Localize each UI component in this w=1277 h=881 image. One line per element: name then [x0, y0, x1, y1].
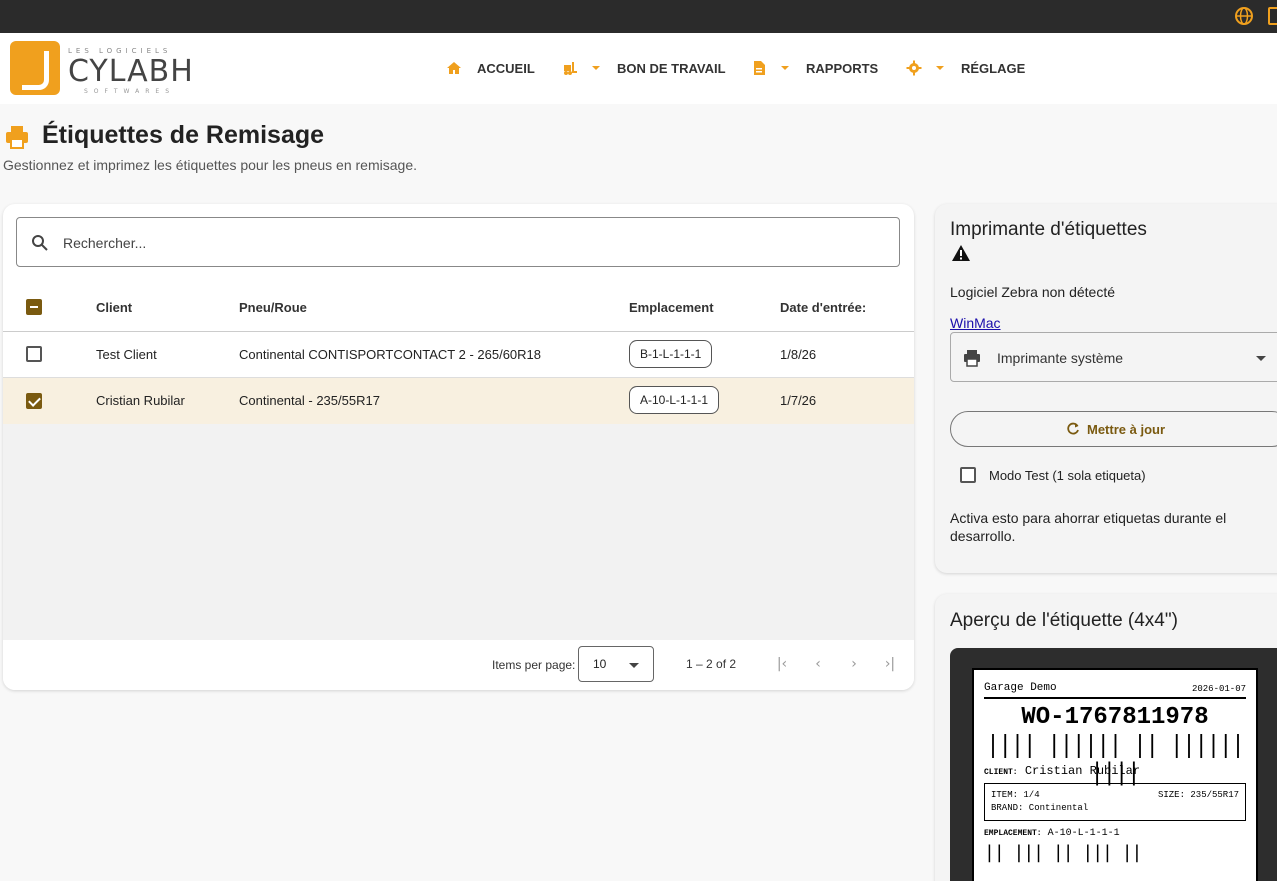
printer-select-value: Imprimante système [997, 350, 1124, 366]
nav-reglage[interactable]: RÉGLAGE [906, 57, 1025, 79]
storage-labels-table-card: Client Pneu/Roue Emplacement Date d'entr… [3, 204, 914, 690]
page-subtitle: Gestionnez et imprimez les étiquettes po… [3, 157, 417, 173]
chevron-down-icon [592, 66, 600, 70]
cell-tire: Continental - 235/55R17 [239, 393, 380, 408]
top-bar [0, 0, 1277, 33]
location-chip: B-1-L-1-1-1 [629, 340, 713, 368]
label-client-key: CLIENT: [984, 768, 1018, 777]
label-location-key: EMPLACEMENT: [984, 829, 1042, 838]
globe-icon[interactable] [1234, 6, 1254, 26]
warning-icon [952, 245, 970, 261]
cell-client: Cristian Rubilar [96, 393, 185, 408]
navbar: LES LOGICIELS CYLABH SOFTWARES ACCUEIL B… [0, 33, 1277, 104]
previous-page-icon[interactable]: ‹ [810, 656, 826, 672]
table-empty-area [3, 424, 914, 640]
cell-date: 1/7/26 [780, 393, 817, 408]
select-all-checkbox[interactable] [26, 299, 42, 315]
logo[interactable]: LES LOGICIELS CYLABH SOFTWARES [6, 38, 193, 100]
label-size: SIZE: 235/55R17 [1157, 790, 1239, 800]
nav-bon-label: BON DE TRAVAIL [617, 60, 726, 76]
refresh-label: Mettre à jour [1087, 422, 1166, 437]
cell-tire: Continental CONTISPORTCONTACT 2 - 265/60… [239, 347, 542, 362]
column-header-tire[interactable]: Pneu/Roue [239, 300, 307, 315]
page-size-select[interactable]: 10 [578, 646, 654, 682]
page-title: Étiquettes de Remisage [42, 121, 325, 149]
nav-rapports-label: RAPPORTS [806, 60, 879, 76]
search-input[interactable] [63, 232, 863, 254]
refresh-button[interactable]: Mettre à jour [950, 411, 1277, 447]
logout-icon[interactable] [1268, 7, 1277, 25]
label-brand: BRAND: Continental [991, 803, 1089, 813]
printer-icon [964, 350, 980, 367]
printer-status: Logiciel Zebra non détecté [950, 284, 1115, 300]
table-header: Client Pneu/Roue Emplacement Date d'entr… [3, 283, 914, 332]
label-preview: Garage Demo 2026-01-07 WO-1767811978 |||… [972, 668, 1258, 881]
nav-accueil[interactable]: ACCUEIL [446, 57, 535, 79]
home-icon [447, 62, 461, 74]
label-header: Garage Demo 2026-01-07 [984, 682, 1246, 699]
label-date: 2026-01-07 [1191, 684, 1246, 694]
label-location: EMPLACEMENT: A-10-L-1-1-1 [984, 828, 1120, 839]
cell-date: 1/8/26 [780, 347, 817, 362]
label-barcode-2: || ||| || ||| || [984, 842, 1142, 863]
paginator: Items per page: 10 1 – 2 of 2 |‹ ‹ › ›| [3, 640, 914, 690]
preview-frame: Garage Demo 2026-01-07 WO-1767811978 |||… [950, 648, 1277, 881]
chevron-down-icon [936, 66, 944, 70]
test-mode-label[interactable]: Modo Test (1 sola etiqueta) [989, 468, 1146, 483]
winmac-link[interactable]: WinMac [950, 315, 1001, 331]
search-icon [32, 235, 48, 251]
label-item: ITEM: 1/4 [991, 790, 1040, 800]
nav-accueil-label: ACCUEIL [477, 60, 535, 76]
report-file-icon [754, 61, 765, 75]
label-printer-card: Imprimante d'étiquettes Logiciel Zebra n… [935, 204, 1277, 573]
location-chip: A-10-L-1-1-1 [629, 386, 720, 414]
column-header-location[interactable]: Emplacement [629, 300, 714, 315]
forklift-icon [564, 62, 577, 75]
next-page-icon[interactable]: › [846, 656, 862, 672]
logo-text: CYLABH [68, 54, 194, 89]
page-header: Étiquettes de Remisage Gestionnez et imp… [0, 104, 930, 184]
printer-select[interactable]: Imprimante système [950, 332, 1277, 382]
column-header-date[interactable]: Date d'entrée: [780, 300, 866, 315]
logo-subtext: SOFTWARES [84, 88, 176, 95]
search-field[interactable] [16, 217, 900, 267]
row-checkbox[interactable] [26, 393, 42, 409]
nav-rapports[interactable]: RAPPORTS [751, 57, 878, 79]
label-client-value: Cristian Rubilar [1024, 764, 1141, 778]
row-checkbox[interactable] [26, 346, 42, 362]
gear-icon [906, 60, 922, 76]
logo-mark [10, 41, 60, 95]
table-row[interactable]: Test Client Continental CONTISPORTCONTAC… [3, 332, 914, 378]
page-size-value: 10 [593, 657, 607, 671]
label-barcode: |||| |||||| || |||||| |||| [986, 731, 1244, 787]
table-row[interactable]: Cristian Rubilar Continental - 235/55R17… [3, 378, 914, 424]
page-range: 1 – 2 of 2 [686, 657, 737, 671]
refresh-icon [1067, 422, 1079, 435]
column-header-client[interactable]: Client [96, 300, 132, 315]
label-location-value: A-10-L-1-1-1 [1047, 828, 1120, 839]
last-page-icon[interactable]: ›| [882, 656, 898, 672]
label-work-order: WO-1767811978 [1021, 704, 1209, 731]
chevron-down-icon [1256, 356, 1266, 361]
cell-client: Test Client [96, 347, 157, 362]
nav-reglage-label: RÉGLAGE [961, 60, 1026, 76]
items-per-page-label: Items per page: [492, 658, 576, 672]
printer-card-title: Imprimante d'étiquettes [950, 219, 1147, 240]
label-preview-card: Aperçu de l'étiquette (4x4") Garage Demo… [935, 594, 1277, 881]
preview-title: Aperçu de l'étiquette (4x4") [950, 610, 1178, 631]
label-garage: Garage Demo [984, 682, 1057, 694]
chevron-down-icon [629, 663, 639, 668]
label-client: CLIENT: Cristian Rubilar [984, 764, 1140, 778]
chevron-down-icon [781, 66, 789, 70]
test-mode-help: Activa esto para ahorrar etiquetas duran… [950, 510, 1227, 544]
first-page-icon[interactable]: |‹ [774, 656, 790, 672]
nav-bon-de-travail[interactable]: BON DE TRAVAIL [562, 57, 726, 79]
label-item-box: ITEM: 1/4 SIZE: 235/55R17 BRAND: Contine… [984, 783, 1246, 821]
printer-icon [6, 126, 28, 149]
test-mode-checkbox[interactable] [960, 467, 976, 483]
